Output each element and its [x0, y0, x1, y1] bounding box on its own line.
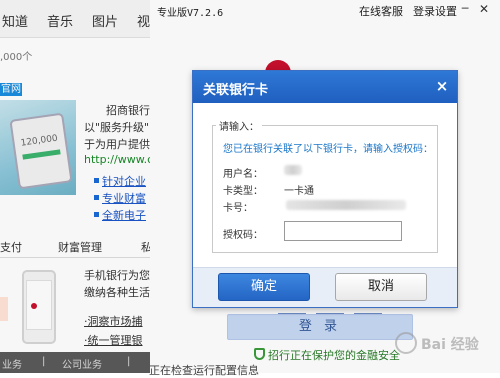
login-option-link[interactable]: [278, 313, 306, 314]
username-value-redacted: [284, 165, 302, 175]
cancel-button[interactable]: 取消: [335, 273, 427, 301]
card-type-label: 卡类型：: [223, 186, 263, 197]
auth-code-label: 授权码：: [223, 230, 263, 241]
link-bank-card-dialog: 关联银行卡 × 请输入： 您已在银行关联了以下银行卡，请输入授权码： 用户名： …: [192, 70, 458, 308]
watermark-text: Bai 经验: [421, 337, 479, 353]
login-option-link[interactable]: [354, 313, 382, 314]
card-number-value-redacted: [286, 200, 406, 210]
dialog-title: 关联银行卡: [203, 83, 269, 98]
dialog-footer: 确定 取消: [193, 267, 457, 307]
dialog-header: 关联银行卡 ×: [193, 71, 457, 103]
username-label: 用户名：: [223, 169, 263, 180]
dialog-instruction: 您已在银行关联了以下银行卡，请输入授权码：: [223, 144, 433, 155]
confirm-button[interactable]: 确定: [218, 273, 310, 301]
paw-logo-icon: [395, 332, 417, 354]
baidu-jingyan-watermark: Bai 经验: [395, 326, 500, 366]
card-number-label: 卡号：: [223, 203, 253, 214]
login-option-link[interactable]: [316, 313, 344, 314]
input-group-legend: 请输入：: [216, 118, 262, 133]
close-icon[interactable]: ×: [434, 77, 450, 95]
auth-code-input[interactable]: [284, 221, 402, 241]
card-type-value: 一卡通: [284, 186, 314, 197]
